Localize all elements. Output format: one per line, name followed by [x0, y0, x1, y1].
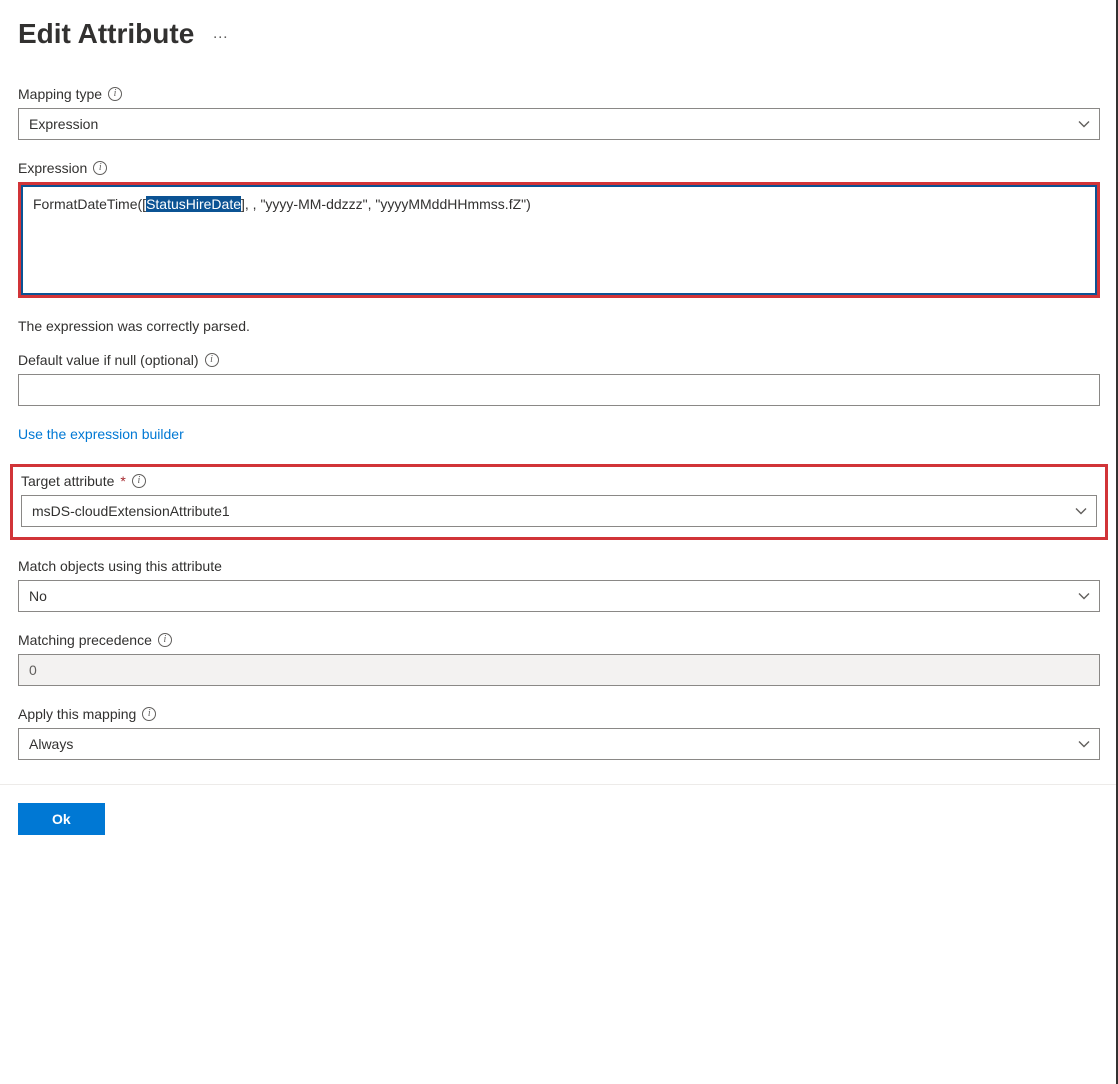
matching-precedence-field: Matching precedence i: [18, 632, 1100, 686]
apply-mapping-select[interactable]: Always: [18, 728, 1100, 760]
matching-precedence-input: [18, 654, 1100, 686]
expression-builder-link[interactable]: Use the expression builder: [18, 426, 184, 442]
mapping-type-value: Expression: [29, 116, 98, 132]
default-value-field: Default value if null (optional) i: [18, 352, 1100, 406]
info-icon: i: [205, 353, 219, 367]
default-value-input[interactable]: [18, 374, 1100, 406]
matching-precedence-label: Matching precedence: [18, 632, 152, 648]
info-icon: i: [142, 707, 156, 721]
info-icon: i: [158, 633, 172, 647]
page-title: Edit Attribute: [18, 18, 194, 50]
expression-highlight-box: FormatDateTime([StatusHireDate], , "yyyy…: [18, 182, 1100, 298]
expression-textarea[interactable]: FormatDateTime([StatusHireDate], , "yyyy…: [21, 185, 1097, 295]
target-attribute-value: msDS-cloudExtensionAttribute1: [32, 503, 230, 519]
ok-button[interactable]: Ok: [18, 803, 105, 835]
mapping-type-select[interactable]: Expression: [18, 108, 1100, 140]
match-objects-label: Match objects using this attribute: [18, 558, 222, 574]
expression-field: Expression i FormatDateTime([StatusHireD…: [18, 160, 1100, 298]
match-objects-value: No: [29, 588, 47, 604]
target-attribute-highlight-box: Target attribute * i msDS-cloudExtension…: [10, 464, 1108, 540]
apply-mapping-label: Apply this mapping: [18, 706, 136, 722]
more-actions-button[interactable]: …: [212, 25, 230, 43]
expression-text-suffix: ], , "yyyy-MM-ddzzz", "yyyyMMddHHmmss.fZ…: [241, 196, 531, 212]
match-objects-select[interactable]: No: [18, 580, 1100, 612]
info-icon: i: [132, 474, 146, 488]
expression-label: Expression: [18, 160, 87, 176]
apply-mapping-value: Always: [29, 736, 73, 752]
target-attribute-select[interactable]: msDS-cloudExtensionAttribute1: [21, 495, 1097, 527]
match-objects-field: Match objects using this attribute No: [18, 558, 1100, 612]
info-icon: i: [93, 161, 107, 175]
parse-status-text: The expression was correctly parsed.: [18, 318, 1100, 334]
info-icon: i: [108, 87, 122, 101]
expression-text-highlight: StatusHireDate: [146, 196, 241, 212]
required-star: *: [120, 473, 125, 489]
mapping-type-label: Mapping type: [18, 86, 102, 102]
expression-text-prefix: FormatDateTime([: [33, 196, 146, 212]
divider: [0, 784, 1118, 785]
target-attribute-label: Target attribute: [21, 473, 114, 489]
default-value-label: Default value if null (optional): [18, 352, 199, 368]
apply-mapping-field: Apply this mapping i Always: [18, 706, 1100, 760]
mapping-type-field: Mapping type i Expression: [18, 86, 1100, 140]
